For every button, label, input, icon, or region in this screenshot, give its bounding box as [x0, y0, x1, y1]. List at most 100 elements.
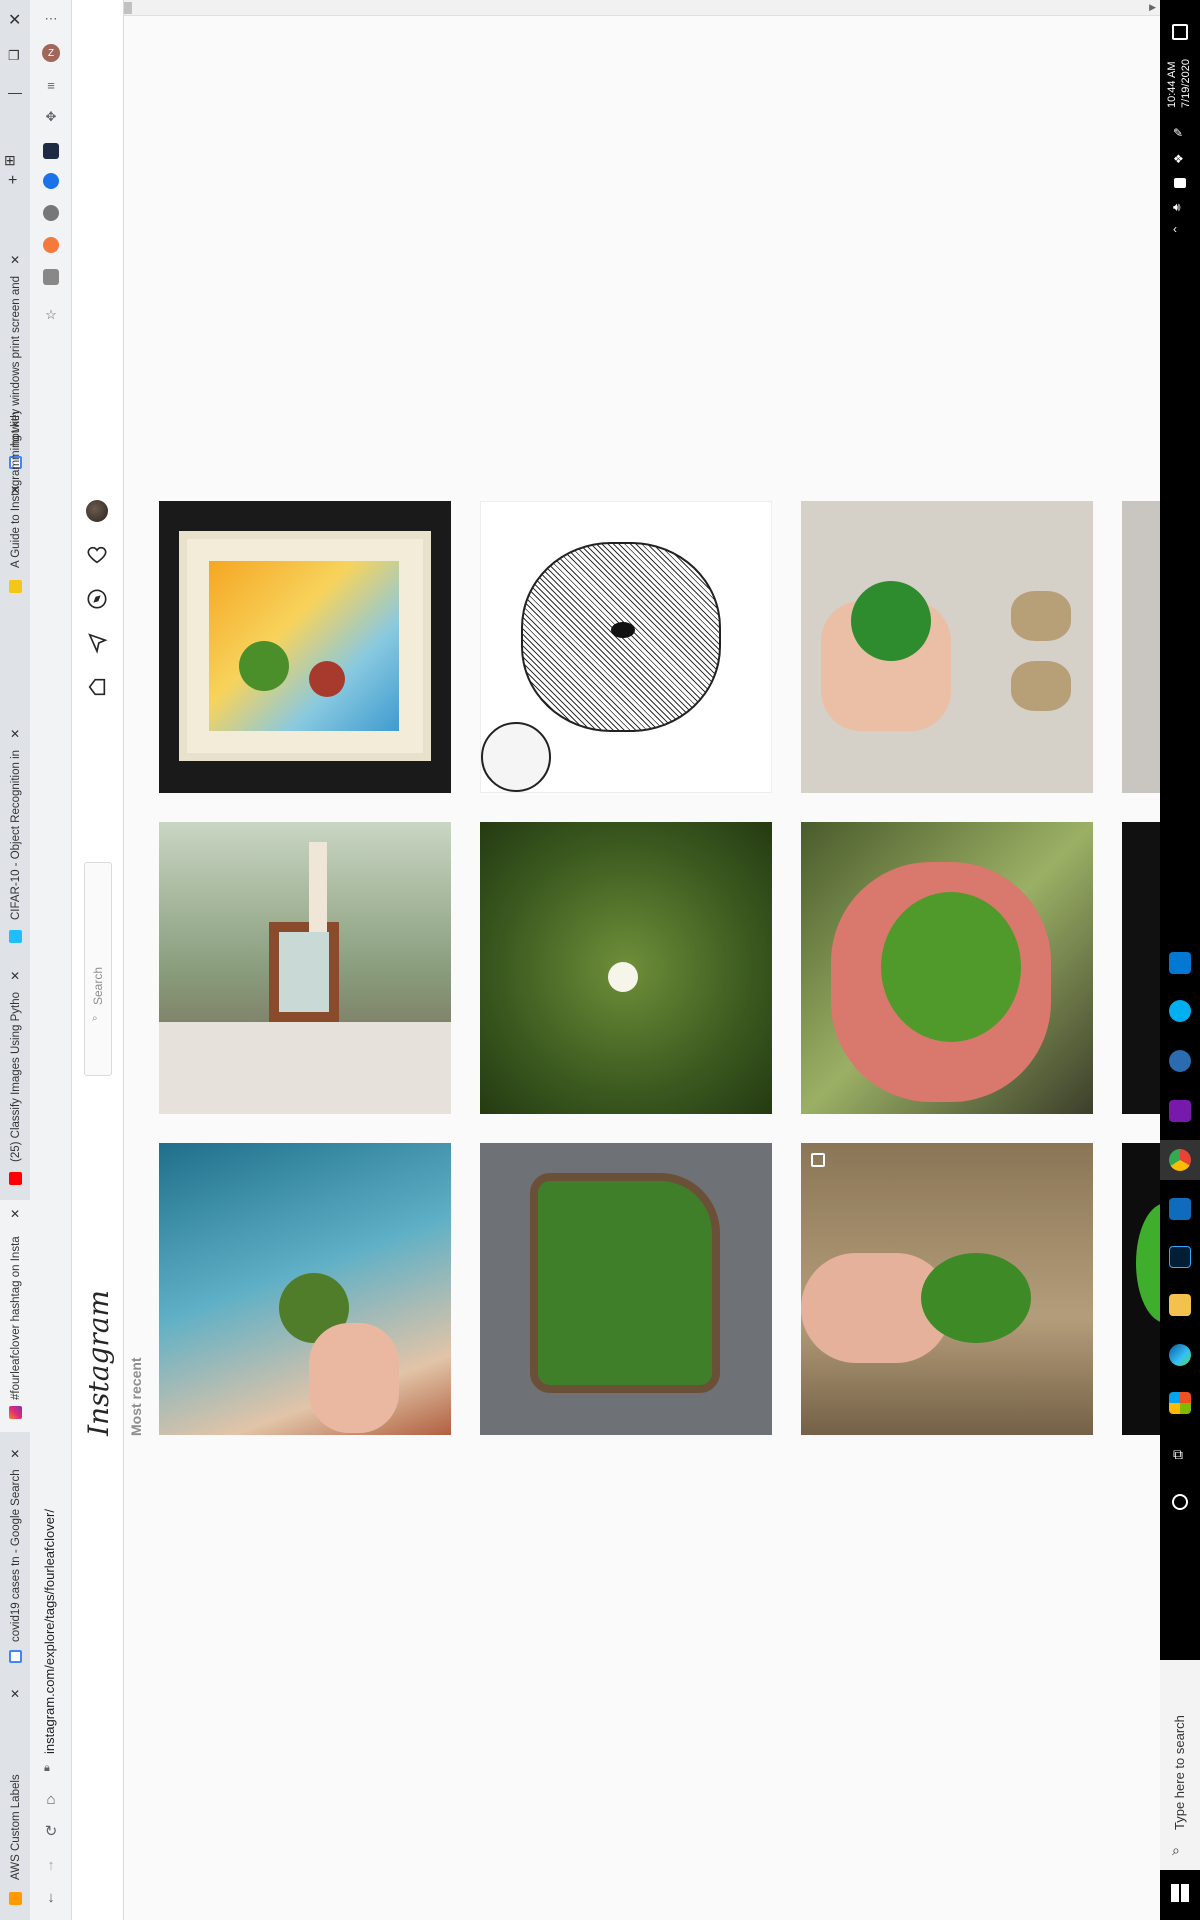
tab-close-icon[interactable]: ✕ — [10, 1208, 20, 1220]
extension-1-icon[interactable] — [43, 143, 59, 159]
extensions-icon[interactable]: ✥ — [42, 108, 60, 126]
windows-taskbar: 10:44 AM 7/19/2020 ✎ ❖ 🔊︎ ‹ ⧉ Type here … — [1160, 0, 1200, 1920]
reload-icon[interactable]: ↻ — [42, 1822, 60, 1840]
post-thumbnail[interactable] — [480, 822, 772, 1114]
search-icon: ⌕ — [1172, 1842, 1180, 1858]
extension-2-icon[interactable] — [43, 173, 59, 189]
tab-cifar[interactable]: ✕ CIFAR-10 - Object Recognition in — [0, 720, 30, 950]
window-close-icon[interactable]: ✕ — [8, 10, 21, 30]
home-icon[interactable] — [86, 676, 108, 698]
tab-instagram-active[interactable]: ✕ #fourleafclover hashtag on Insta — [0, 1200, 30, 1432]
tab-aws[interactable]: ✕ AWS Custom Labels — [0, 1680, 30, 1920]
instagram-header: Search ⌕ Instagram — [72, 0, 124, 1920]
file-explorer-icon[interactable] — [1169, 1294, 1191, 1316]
post-thumbnail[interactable] — [159, 822, 451, 1114]
post-thumbnail[interactable] — [1122, 1143, 1160, 1435]
onenote-icon[interactable] — [1169, 1100, 1191, 1122]
clock-time[interactable]: 10:44 AM — [1166, 62, 1178, 108]
windows-start-icon[interactable] — [1171, 1884, 1189, 1902]
dropbox-icon[interactable]: ❖ — [1173, 152, 1184, 166]
extension-4-icon[interactable] — [43, 237, 59, 253]
aws-favicon-icon — [9, 1892, 22, 1905]
tab-guide[interactable]: ✕ A Guide to Instagramming with — [0, 411, 30, 576]
carousel-indicator-icon — [811, 1153, 825, 1167]
browser-toolbar: ⋯ Z ≡ ✥ ☆ 🔒︎ instagram.com/explore/tags/… — [30, 0, 72, 1920]
photoshop-icon[interactable] — [1169, 1246, 1191, 1268]
extension-3-icon[interactable] — [43, 205, 59, 221]
tab-title: #fourleafclover hashtag on Insta — [10, 1236, 22, 1400]
show-hidden-icons-chevron-icon[interactable]: ‹ — [1173, 222, 1177, 236]
lock-icon: 🔒︎ — [44, 1762, 50, 1774]
browser-menu-icon[interactable]: ⋯ — [42, 10, 60, 28]
explore-compass-icon[interactable] — [86, 588, 108, 610]
section-heading: Most recent — [128, 1357, 144, 1436]
youtube-favicon-icon — [9, 1172, 22, 1185]
mail-app-icon[interactable] — [1169, 952, 1191, 974]
clock-date[interactable]: 7/19/2020 — [1180, 59, 1192, 108]
post-thumbnail[interactable] — [1122, 501, 1160, 793]
mail-favicon-icon — [9, 580, 22, 593]
scroll-right-icon[interactable]: ▶ — [1149, 2, 1156, 13]
tab-close-icon[interactable]: ✕ — [10, 1688, 20, 1700]
post-thumbnail[interactable] — [801, 822, 1093, 1114]
google-favicon-icon — [9, 1650, 22, 1663]
microsoft-store-icon[interactable] — [1169, 1392, 1191, 1414]
tab-close-icon[interactable]: ✕ — [10, 254, 20, 266]
tab-title: A Guide to Instagramming with — [10, 411, 22, 568]
tab-title: (25) Classify Images Using Pytho — [10, 991, 22, 1162]
activity-heart-icon[interactable] — [86, 544, 108, 566]
search-icon: ⌕ — [92, 1013, 98, 1024]
battery-icon[interactable] — [1174, 178, 1186, 188]
tab-close-icon[interactable]: ✕ — [10, 728, 20, 740]
page-scrollbar[interactable]: ◀ ▶ — [72, 0, 1160, 16]
forward-icon[interactable]: ↑ — [42, 1856, 60, 1874]
extension-5-icon[interactable] — [43, 269, 59, 285]
post-thumbnail[interactable] — [159, 1143, 451, 1435]
post-thumbnail[interactable] — [1122, 822, 1160, 1114]
post-thumbnail[interactable] — [480, 501, 772, 793]
home-icon[interactable]: ⌂ — [42, 1790, 60, 1808]
tab-title: covid19 cases tn - Google Search — [10, 1469, 22, 1642]
volume-icon[interactable]: 🔊︎ — [1173, 200, 1181, 215]
tab-classify[interactable]: ✕ (25) Classify Images Using Pytho — [0, 962, 30, 1192]
cortana-icon[interactable] — [1172, 1494, 1188, 1510]
post-thumbnail[interactable] — [480, 1143, 772, 1435]
instagram-favicon-icon — [9, 1406, 22, 1419]
kaggle-favicon-icon — [9, 930, 22, 943]
post-thumbnail[interactable] — [801, 1143, 1093, 1435]
profile-avatar[interactable] — [86, 500, 108, 522]
address-bar-url[interactable]: instagram.com/explore/tags/fourleafclove… — [42, 1509, 57, 1754]
new-tab-icon[interactable]: + — [8, 172, 17, 190]
tab-close-icon[interactable]: ✕ — [10, 1448, 20, 1460]
post-thumbnail[interactable] — [801, 501, 1093, 793]
tab-title: AWS Custom Labels — [10, 1774, 22, 1880]
profile-avatar[interactable]: Z — [42, 44, 60, 62]
browser-tab-strip: ✕ ❐ — ⊞ + ✕ hot key windows print screen… — [0, 0, 30, 1920]
edge-icon[interactable] — [1169, 1344, 1191, 1366]
instagram-logo[interactable]: Instagram — [82, 1290, 115, 1436]
webcam-app-icon[interactable] — [1169, 1050, 1191, 1072]
chrome-icon[interactable] — [1169, 1149, 1191, 1171]
tab-guide-favicon — [0, 576, 30, 600]
search-input[interactable]: Search ⌕ — [84, 862, 112, 1076]
task-view-icon[interactable]: ⧉ — [1173, 1446, 1183, 1463]
tab-title: CIFAR-10 - Object Recognition in — [10, 749, 22, 920]
address-bar[interactable]: 🔒︎ instagram.com/explore/tags/fourleafcl… — [36, 1480, 66, 1840]
search-placeholder: Search — [91, 966, 105, 1005]
direct-message-icon[interactable] — [86, 632, 108, 654]
pen-icon[interactable]: ✎ — [1173, 126, 1183, 140]
action-center-icon[interactable] — [1172, 24, 1188, 40]
tab-covid[interactable]: ✕ covid19 cases tn - Google Search — [0, 1440, 30, 1670]
outlook-icon[interactable] — [1169, 1198, 1191, 1220]
window-restore-icon[interactable]: ❐ — [8, 48, 20, 64]
window-minimize-icon[interactable]: — — [8, 84, 22, 100]
reading-list-icon[interactable]: ≡ — [42, 76, 60, 94]
post-thumbnail[interactable] — [159, 501, 451, 793]
skype-icon[interactable] — [1169, 1000, 1191, 1022]
bookmark-star-icon[interactable]: ☆ — [42, 306, 60, 324]
taskbar-search-placeholder: Type here to search — [1172, 1715, 1187, 1830]
tab-close-icon[interactable]: ✕ — [10, 970, 20, 982]
taskbar-search-box[interactable]: Type here to search ⌕ — [1160, 1660, 1200, 1870]
tab-search-icon[interactable]: ⊞ — [4, 152, 16, 169]
back-icon[interactable]: ↓ — [42, 1888, 60, 1906]
